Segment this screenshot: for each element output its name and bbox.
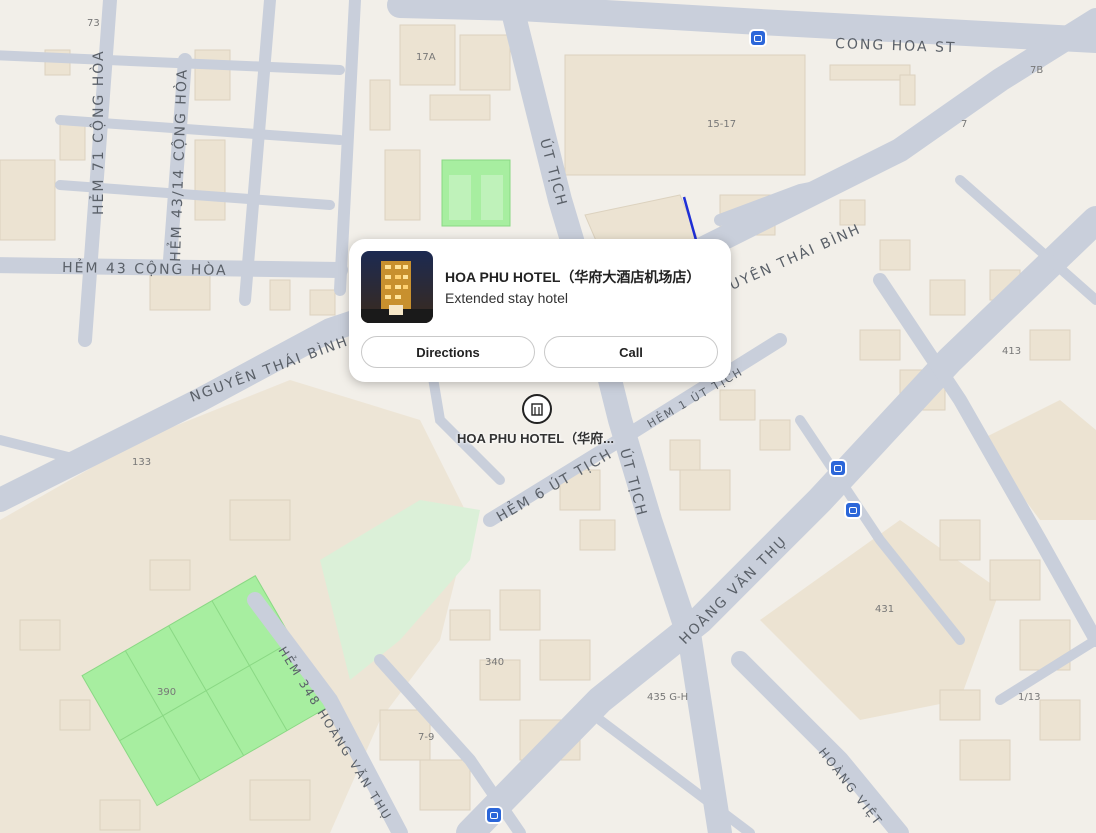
address-number: 7 — [961, 119, 967, 130]
address-number: 7B — [1030, 65, 1043, 76]
address-number: 73 — [87, 18, 100, 29]
call-button[interactable]: Call — [544, 336, 718, 368]
hotel-photo[interactable] — [361, 251, 433, 323]
address-number: 17A — [416, 52, 436, 63]
address-number: 1/13 — [1018, 692, 1040, 703]
bus-stop-icon[interactable] — [846, 503, 860, 517]
place-title: HOA PHU HOTEL（华府大酒店机场店） — [445, 269, 701, 285]
address-number: 431 — [875, 604, 894, 615]
sports-field — [449, 175, 471, 220]
bus-stop-icon[interactable] — [831, 461, 845, 475]
bus-stop-icon[interactable] — [487, 808, 501, 822]
address-number: 435 G-H — [647, 692, 688, 703]
sports-field — [481, 175, 503, 220]
address-number: 340 — [485, 657, 504, 668]
address-number: 390 — [157, 687, 176, 698]
directions-button[interactable]: Directions — [361, 336, 535, 368]
address-number: 15-17 — [707, 119, 736, 130]
hotel-marker[interactable] — [522, 394, 552, 424]
place-popup: HOA PHU HOTEL（华府大酒店机场店） Extended stay ho… — [349, 239, 731, 382]
bus-stop-icon[interactable] — [751, 31, 765, 45]
address-number: 413 — [1002, 346, 1021, 357]
building-icon — [531, 403, 543, 416]
address-number: 7-9 — [418, 732, 434, 743]
marker-label[interactable]: HOA PHU HOTEL（华府... — [457, 428, 614, 447]
address-number: 133 — [132, 457, 151, 468]
street-label: HẺM 71 CỘNG HÒA — [89, 49, 107, 215]
place-category: Extended stay hotel — [445, 290, 568, 306]
building — [564, 54, 806, 176]
